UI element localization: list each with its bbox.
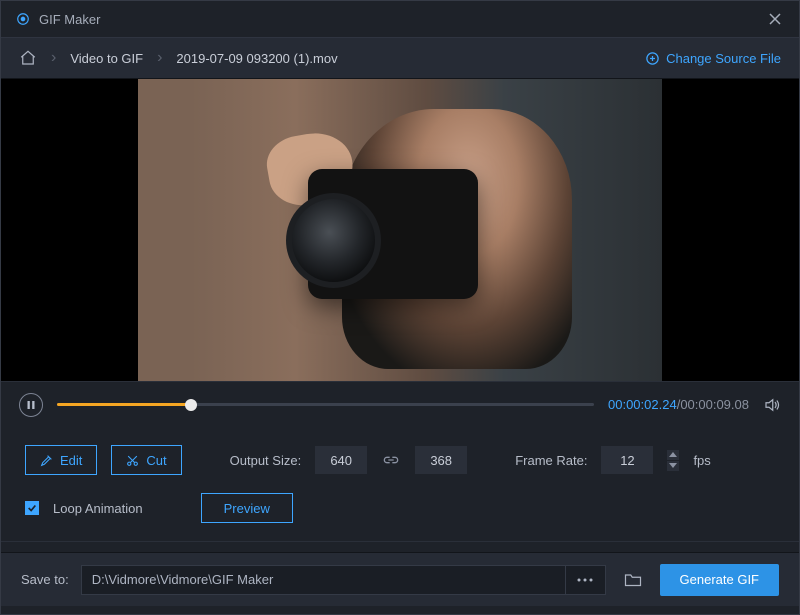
breadcrumb-separator: › — [51, 49, 56, 67]
playback-bar: 00:00:02.24/00:00:09.08 — [1, 381, 799, 427]
browse-button[interactable] — [565, 566, 605, 594]
height-input[interactable] — [415, 446, 467, 474]
close-button[interactable] — [765, 9, 785, 29]
footer-bar: Save to: Generate GIF — [1, 552, 799, 606]
framerate-input[interactable] — [601, 446, 653, 474]
time-display: 00:00:02.24/00:00:09.08 — [608, 397, 749, 412]
step-down-icon[interactable] — [667, 461, 679, 471]
pause-button[interactable] — [19, 393, 43, 417]
seek-thumb[interactable] — [185, 399, 197, 411]
breadcrumb-file: 2019-07-09 093200 (1).mov — [176, 51, 337, 66]
change-source-label: Change Source File — [666, 51, 781, 66]
save-path-field — [81, 565, 606, 595]
breadcrumb-root[interactable]: Video to GIF — [70, 51, 143, 66]
breadcrumb-bar: › Video to GIF › 2019-07-09 093200 (1).m… — [1, 37, 799, 79]
breadcrumb-separator: › — [157, 49, 162, 67]
settings-panel: Edit Cut Output Size: Frame Rate: fps — [1, 427, 799, 552]
preview-button[interactable]: Preview — [201, 493, 293, 523]
seek-fill — [57, 403, 191, 406]
titlebar: GIF Maker — [1, 1, 799, 37]
edit-button[interactable]: Edit — [25, 445, 97, 475]
home-icon[interactable] — [19, 49, 37, 67]
time-total: 00:00:09.08 — [680, 397, 749, 412]
audio-button[interactable] — [763, 396, 781, 414]
video-frame[interactable] — [138, 79, 662, 381]
framerate-stepper[interactable] — [667, 450, 679, 471]
change-source-button[interactable]: Change Source File — [645, 51, 781, 66]
time-current: 00:00:02.24 — [608, 397, 677, 412]
framerate-label: Frame Rate: — [515, 453, 587, 468]
app-icon — [15, 11, 31, 27]
save-path-input[interactable] — [82, 572, 565, 587]
edit-label: Edit — [60, 453, 82, 468]
width-input[interactable] — [315, 446, 367, 474]
loop-label: Loop Animation — [53, 501, 143, 516]
seek-track[interactable] — [57, 403, 594, 406]
output-size-label: Output Size: — [230, 453, 302, 468]
cut-button[interactable]: Cut — [111, 445, 181, 475]
video-preview-area — [1, 79, 799, 381]
app-window: GIF Maker › Video to GIF › 2019-07-09 09… — [0, 0, 800, 615]
preview-label: Preview — [224, 501, 270, 516]
cut-label: Cut — [146, 453, 166, 468]
divider — [1, 541, 799, 542]
open-folder-button[interactable] — [618, 565, 648, 595]
fps-unit: fps — [693, 453, 710, 468]
save-to-label: Save to: — [21, 572, 69, 587]
generate-label: Generate GIF — [680, 572, 759, 587]
link-icon[interactable] — [381, 454, 401, 466]
generate-gif-button[interactable]: Generate GIF — [660, 564, 779, 596]
app-title: GIF Maker — [39, 12, 765, 27]
loop-checkbox[interactable] — [25, 501, 39, 515]
step-up-icon[interactable] — [667, 450, 679, 460]
